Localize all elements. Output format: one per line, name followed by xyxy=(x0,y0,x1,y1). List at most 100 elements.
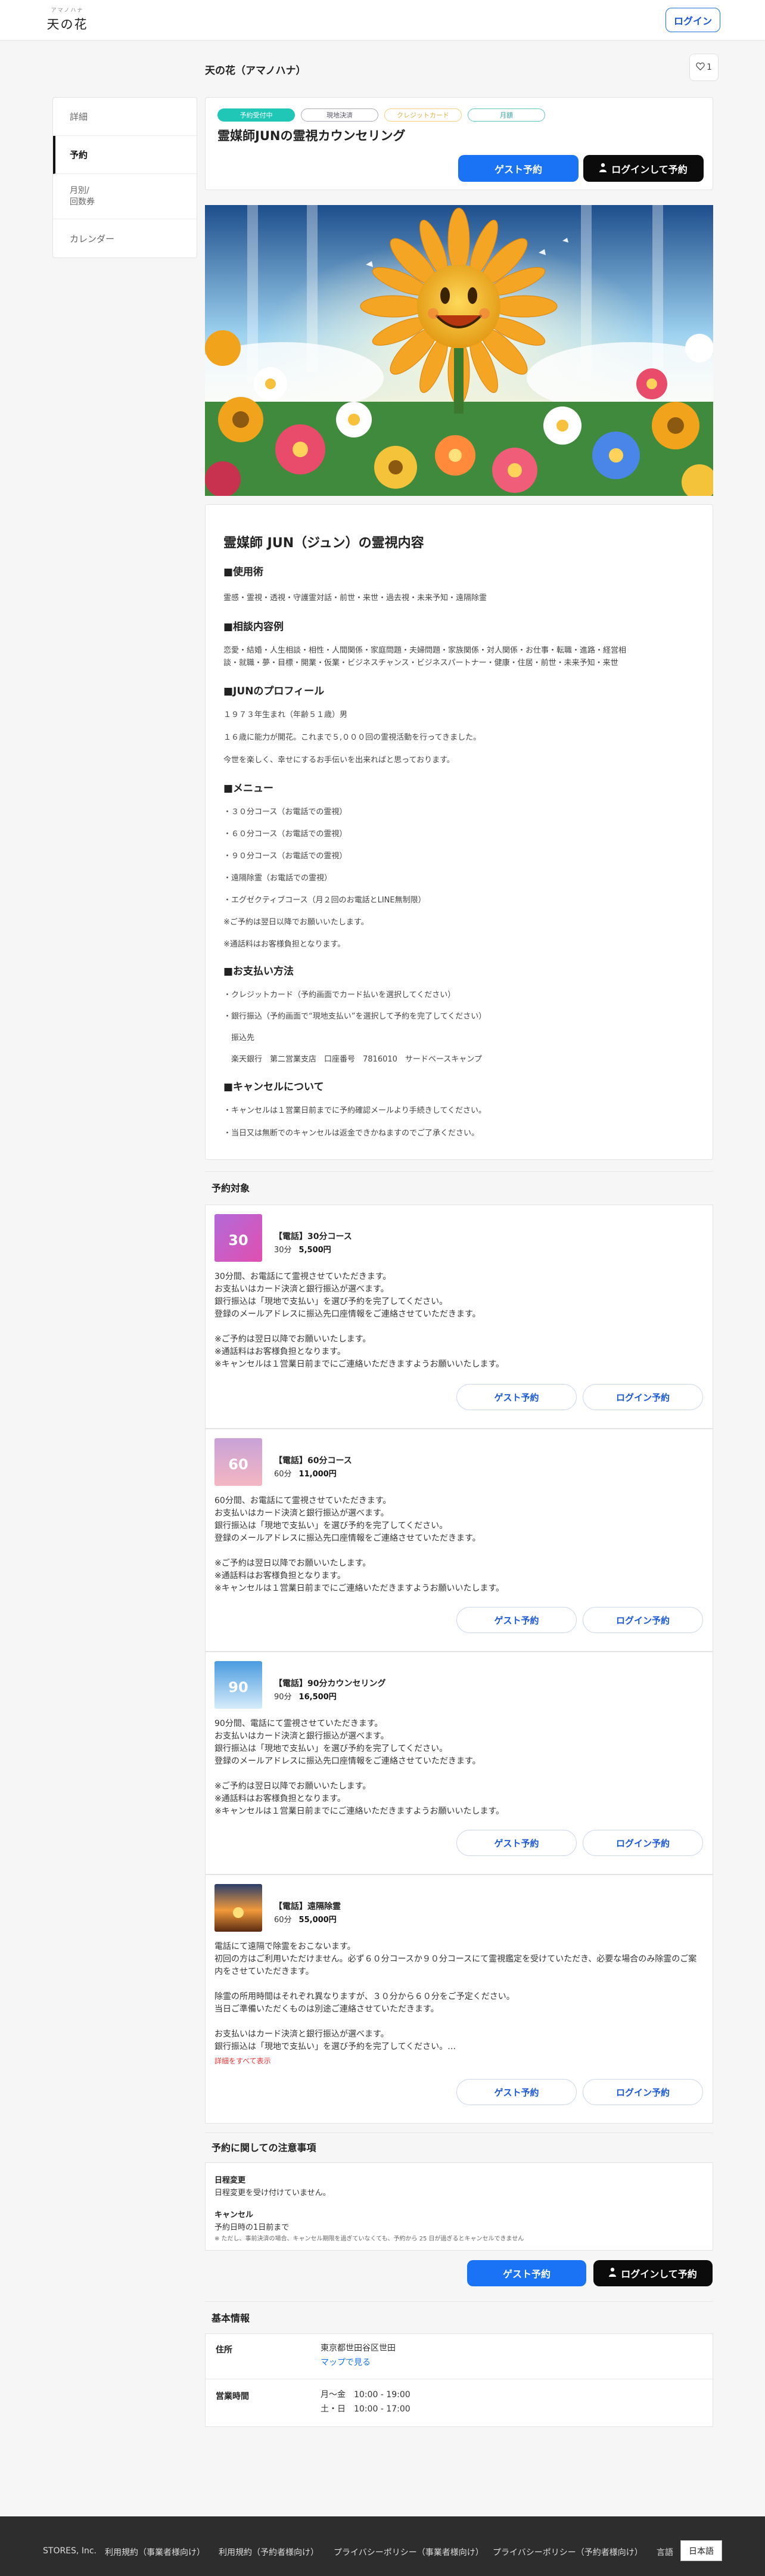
menu-login-button[interactable]: ログイン予約 xyxy=(583,2079,703,2105)
menu-login-button[interactable]: ログイン予約 xyxy=(583,1830,703,1856)
bottom-login-reserve-button[interactable]: ログインして予約 xyxy=(593,2260,713,2286)
store-name: 天の花（アマノハナ） xyxy=(205,65,306,77)
payment-line-4: 楽天銀行 第二営業支店 口座番号 7816010 サードベースキャンプ xyxy=(223,1055,482,1064)
date-change-text: 日程変更を受け付けていません。 xyxy=(214,2189,331,2198)
section-title-cancel: ■キャンセルについて xyxy=(223,1081,324,1093)
menu-line-1: ・３０分コース（お電話での霊視） xyxy=(223,808,347,817)
menu-body: 30分間、お電話にて霊視させていただきます。 お支払いはカード決済と銀行振込が選… xyxy=(214,1271,703,1371)
info-row-hours: 営業時間 月〜金 10:00 - 19:00 土・日 10:00 - 17:00 xyxy=(206,2379,714,2428)
menu-line: 除霊の所用時間はそれぞれ異なりますが、３０分から６０分をご予定ください。 xyxy=(214,1992,515,2001)
menu-line: ※ご予約は翌日以降でお願いいたします。 xyxy=(214,1559,371,1568)
favorite-button[interactable]: 1 xyxy=(689,54,719,81)
footer-company[interactable]: STORES, Inc. xyxy=(43,2546,97,2556)
menu-guest-button[interactable]: ゲスト予約 xyxy=(456,2079,577,2105)
menu-duration: 60分 xyxy=(274,1470,292,1479)
person-icon xyxy=(599,163,607,175)
bottom-guest-reserve-button[interactable]: ゲスト予約 xyxy=(467,2260,586,2286)
menu-guest-button[interactable]: ゲスト予約 xyxy=(456,1384,577,1410)
profile-line-3: 今世を楽しく、幸せにするお手伝いを出来ればと思っております。 xyxy=(223,756,455,765)
menu-login-button[interactable]: ログイン予約 xyxy=(583,1607,703,1633)
menu-line: 銀行振込は「現地で支払い」を選び予約を完了してください。 xyxy=(214,1521,448,1531)
menu-line: 登録のメールアドレスに振込先口座情報をご連絡させていただきます。 xyxy=(214,1309,481,1319)
tag-accepting: 予約受付中 xyxy=(217,108,295,122)
menu-line: ※通話料はお客様負担となります。 xyxy=(214,1794,346,1804)
menu-line-2: ・６０分コース（お電話での霊視） xyxy=(223,830,347,839)
address-label: 住所 xyxy=(216,2345,232,2355)
menu-line: 当日ご準備いただくものは別途ご連絡させていただきます。 xyxy=(214,2004,439,2014)
menu-line: ※ご予約は翌日以降でお願いいたします。 xyxy=(214,1782,371,1791)
menu-line: 電話にて遠隔で除霊をおこないます。 xyxy=(214,1942,356,1951)
footer-privacy-business[interactable]: プライバシーポリシー（事業者様向け） xyxy=(334,2546,484,2558)
menu-line: ※通話料はお客様負担となります。 xyxy=(214,1571,346,1581)
hours-weekend: 土・日 10:00 - 17:00 xyxy=(321,2404,411,2414)
language-label: 言語 xyxy=(657,2548,673,2558)
event-title: 霊媒師JUNの霊視カウンセリング xyxy=(217,129,406,143)
menu-line: お支払いはカード決済と銀行振込が選べます。 xyxy=(214,2029,389,2039)
menu-line-4: ・遠隔除霊（お電話での霊視） xyxy=(223,874,332,883)
menu-guest-button[interactable]: ゲスト予約 xyxy=(456,1830,577,1856)
cancel-line-2: ・当日又は無断でのキャンセルは返金できかねますのでご了承ください。 xyxy=(223,1129,480,1138)
event-description: 霊媒師 JUN（ジュン）の霊視内容 ■使用術 霊感・霊視・透視・守護霊対話・前世… xyxy=(205,504,713,1160)
divider xyxy=(205,2301,713,2302)
header-login-button[interactable]: ログイン xyxy=(666,8,720,32)
sidebar-item-details[interactable]: 詳細 xyxy=(53,98,197,136)
profile-line-1: １９７３年生まれ（年齢５１歳）男 xyxy=(223,710,348,719)
menu-title: 【電話】90分カウンセリング xyxy=(274,1679,386,1689)
menu-price: 5,500円 xyxy=(298,1246,331,1255)
menu-line xyxy=(214,1545,703,1557)
sidebar-item-calendar[interactable]: カレンダー xyxy=(53,219,197,257)
menu-line-3: ・９０分コース（お電話での霊視） xyxy=(223,852,347,861)
menu-line: 60分間、お電話にて霊視させていただきます。 xyxy=(214,1496,391,1506)
notes-heading: 予約に関しての注意事項 xyxy=(212,2142,316,2153)
sidebar-nav: 詳細 予約 月別/ 回数券 カレンダー xyxy=(52,97,197,258)
menu-line xyxy=(214,1768,703,1780)
menu-body: 90分間、電話にて霊視させていただきます。 お支払いはカード決済と銀行振込が選べ… xyxy=(214,1718,703,1818)
hours-label: 営業時間 xyxy=(216,2392,249,2401)
payment-line-3: 振込先 xyxy=(223,1033,255,1042)
menu-line: 登録のメールアドレスに振込先口座情報をご連絡させていただきます。 xyxy=(214,1756,481,1766)
menu-card-30min: 30 【電話】30分コース 30分 5,500円 30分間、お電話にて霊視させてい… xyxy=(205,1205,713,1429)
guest-reserve-button[interactable]: ゲスト予約 xyxy=(458,155,579,182)
menu-duration: 60分 xyxy=(274,1916,292,1925)
language-select[interactable]: 日本語 xyxy=(680,2540,722,2561)
section-text-consultation-2: 談・就職・夢・目標・開業・仮業・ビジネスチャンス・ビジネスパートナー・健康・住居… xyxy=(223,659,618,668)
tag-monthly: 月額 xyxy=(468,108,545,122)
menu-line: ※キャンセルは１営業日前までにご連絡いただきますようお願いいたします。 xyxy=(214,1807,505,1816)
tag-credit-card: クレジットカード xyxy=(384,108,462,122)
login-reserve-button[interactable]: ログインして予約 xyxy=(583,155,704,182)
cancel-line-1: ・キャンセルは１営業日前までに予約確認メールより手続きしてください。 xyxy=(223,1106,486,1115)
menu-line: 銀行振込は「現地で支払い」を選び予約を完了してください。 xyxy=(214,1744,448,1753)
divider xyxy=(205,1171,713,1172)
event-tags: 予約受付中 現地決済 クレジットカード 月額 xyxy=(217,108,545,122)
info-row-address: 住所 東京都世田谷区世田 マップで見る xyxy=(206,2334,714,2379)
menu-body: 60分間、お電話にて霊視させていただきます。 お支払いはカード決済と銀行振込が選… xyxy=(214,1495,703,1595)
menu-duration-price: 30分 5,500円 xyxy=(274,1243,331,1255)
top-bar: アマノハナ 天の花 ログイン xyxy=(0,0,765,41)
event-summary-card: 予約受付中 現地決済 クレジットカード 月額 霊媒師JUNの霊視カウンセリング … xyxy=(205,97,713,190)
menu-price: 16,500円 xyxy=(298,1693,337,1702)
menu-price: 55,000円 xyxy=(298,1916,337,1925)
menu-guest-button[interactable]: ゲスト予約 xyxy=(456,1607,577,1633)
favorite-count: 1 xyxy=(707,63,712,72)
section-title-consultation: ■相談内容例 xyxy=(223,621,284,633)
menu-line: 銀行振込は「現地で支払い」を選び予約を完了してください。… xyxy=(214,2042,456,2052)
read-more-link[interactable]: 詳細をすべて表示 xyxy=(214,2056,271,2066)
heart-icon xyxy=(696,62,705,73)
menu-line: 銀行振込は「現地で支払い」を選び予約を完了してください。 xyxy=(214,1297,448,1306)
footer-privacy-customer[interactable]: プライバシーポリシー（予約者様向け） xyxy=(493,2546,643,2558)
menu-line: ※キャンセルは１営業日前までにご連絡いただきますようお願いいたします。 xyxy=(214,1584,505,1593)
thumb-number: 30 xyxy=(228,1232,248,1249)
footer-terms-customer[interactable]: 利用規約（予約者様向け） xyxy=(219,2546,319,2558)
sidebar-item-monthly-tickets[interactable]: 月別/ 回数券 xyxy=(53,174,197,219)
menu-login-button[interactable]: ログイン予約 xyxy=(583,1384,703,1410)
address-text: 東京都世田谷区世田 xyxy=(321,2344,396,2353)
footer-terms-business[interactable]: 利用規約（事業者様向け） xyxy=(105,2546,205,2558)
sidebar-item-reservation[interactable]: 予約 xyxy=(53,136,197,174)
menu-thumbnail: 90 xyxy=(214,1661,262,1709)
map-link[interactable]: マップで見る xyxy=(321,2355,396,2370)
description-heading: 霊媒師 JUN（ジュン）の霊視内容 xyxy=(223,536,424,551)
store-logo[interactable]: アマノハナ 天の花 xyxy=(46,6,88,33)
login-reserve-label: ログインして予約 xyxy=(611,163,688,175)
menu-duration-price: 90分 16,500円 xyxy=(274,1690,337,1702)
payment-line-1: ・クレジットカード（予約画面でカード払いを選択してください） xyxy=(223,991,456,1000)
